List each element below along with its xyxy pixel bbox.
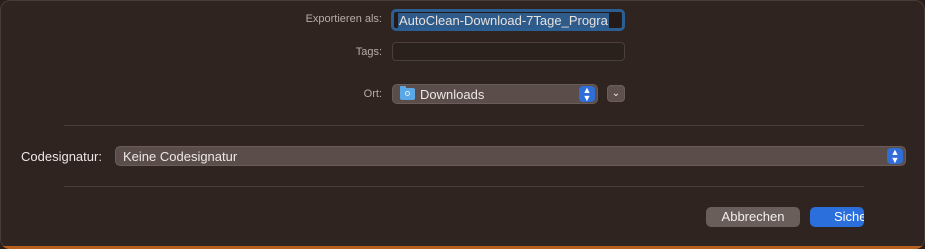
divider-bottom <box>64 186 864 187</box>
code-signing-popup[interactable]: Keine Codesignatur ▲ ▼ <box>115 146 906 166</box>
location-label: Ort: <box>363 88 382 100</box>
export-filename-field[interactable]: AutoClean-Download-7Tage_Progra <box>391 9 625 31</box>
code-signing-chevron-icon: ▲ ▼ <box>887 148 903 165</box>
export-as-label: Exportieren als: <box>305 13 382 25</box>
export-dialog: Exportieren als: AutoClean-Download-7Tag… <box>0 0 925 249</box>
location-chevron-icon: ▲ ▼ <box>579 86 595 103</box>
export-filename-text: AutoClean-Download-7Tage_Progra <box>398 13 609 28</box>
code-signing-label: Codesignatur: <box>21 149 102 164</box>
folder-icon <box>400 86 415 100</box>
save-button[interactable]: Siche <box>810 207 864 227</box>
divider-top <box>64 125 864 126</box>
chevron-down-icon: ⌄ <box>611 88 621 99</box>
location-value: Downloads <box>420 87 485 102</box>
cancel-button[interactable]: Abbrechen <box>706 207 800 227</box>
code-signing-value: Keine Codesignatur <box>123 149 238 164</box>
tags-label: Tags: <box>355 46 382 58</box>
tags-field[interactable] <box>392 42 625 61</box>
expand-dialog-button[interactable]: ⌄ <box>607 85 625 102</box>
location-popup[interactable]: Downloads ▲ ▼ <box>392 84 598 104</box>
